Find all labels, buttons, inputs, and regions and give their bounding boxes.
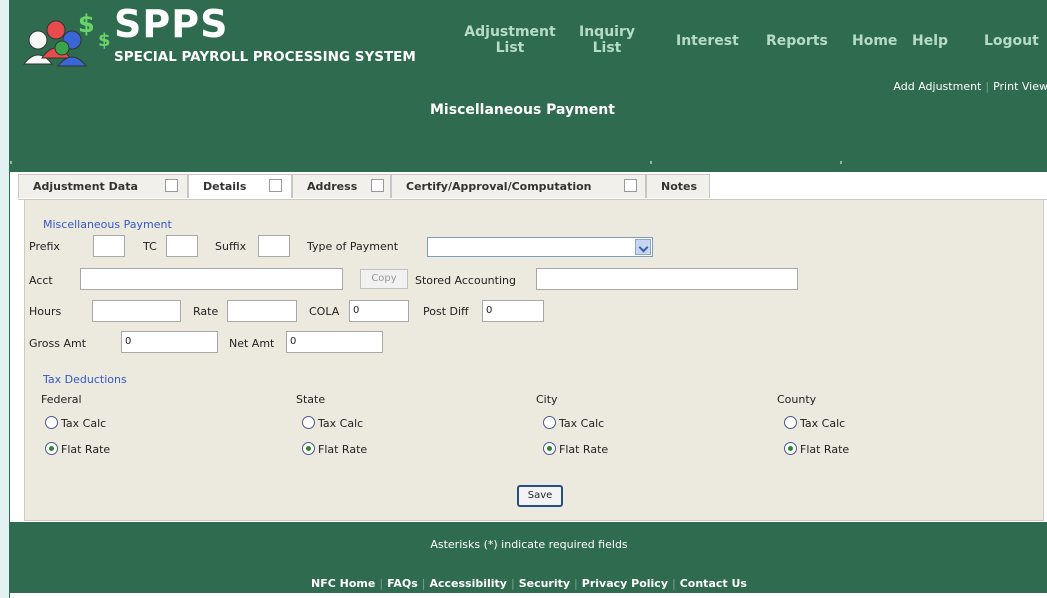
copy-button[interactable]: Copy bbox=[360, 269, 408, 289]
sub-navigation: Add Adjustment | Print View bbox=[893, 80, 1047, 93]
city-flat-rate-radio[interactable] bbox=[543, 442, 556, 455]
logo-people-icon: $ $ bbox=[22, 10, 111, 67]
tab-bar: Adjustment Data Details Address Certify/… bbox=[18, 174, 1047, 200]
county-tax-calc-label: Tax Calc bbox=[800, 417, 846, 430]
footer-link-faqs[interactable]: FAQs bbox=[387, 577, 418, 590]
federal-flat-rate-radio[interactable] bbox=[45, 442, 58, 455]
acct-input[interactable] bbox=[80, 268, 343, 290]
post-diff-input[interactable]: 0 bbox=[482, 300, 544, 322]
state-label: State bbox=[296, 393, 326, 406]
city-tax-calc-radio[interactable] bbox=[543, 416, 556, 429]
add-adjustment-link[interactable]: Add Adjustment bbox=[893, 80, 981, 93]
city-tax-calc-label: Tax Calc bbox=[559, 417, 605, 430]
tab-status-checkbox bbox=[624, 179, 637, 192]
state-tax-calc-radio[interactable] bbox=[302, 416, 315, 429]
print-view-link[interactable]: Print View bbox=[993, 80, 1047, 93]
brand-subtitle: SPECIAL PAYROLL PROCESSING SYSTEM bbox=[114, 49, 416, 65]
type-of-payment-select[interactable] bbox=[427, 237, 653, 257]
header-divider bbox=[10, 161, 842, 164]
page-title: Miscellaneous Payment bbox=[430, 102, 615, 118]
acct-label: Acct bbox=[29, 274, 53, 287]
cola-input[interactable]: 0 bbox=[349, 300, 409, 322]
gross-amt-input[interactable]: 0 bbox=[121, 331, 218, 353]
federal-flat-rate-label: Flat Rate bbox=[61, 443, 111, 456]
suffix-input[interactable] bbox=[258, 235, 290, 257]
nav-interest[interactable]: Interest bbox=[676, 33, 739, 49]
county-tax-calc-radio[interactable] bbox=[784, 416, 797, 429]
prefix-label: Prefix bbox=[29, 240, 60, 253]
stored-accounting-label: Stored Accounting bbox=[415, 274, 516, 287]
tab-status-checkbox bbox=[371, 179, 384, 192]
type-of-payment-label: Type of Payment bbox=[307, 240, 399, 253]
city-label: City bbox=[536, 393, 558, 406]
header: $ $ SPPS SPECIAL PAYROLL PROCESSING SYST… bbox=[10, 0, 1047, 172]
tab-certify-approval-computation[interactable]: Certify/Approval/Computation bbox=[391, 174, 646, 198]
rate-label: Rate bbox=[193, 305, 219, 318]
tab-details[interactable]: Details bbox=[188, 174, 292, 198]
footer: Asterisks (*) indicate required fields N… bbox=[10, 522, 1047, 598]
nav-adjustment-list[interactable]: Adjustment List bbox=[462, 24, 558, 56]
post-diff-label: Post Diff bbox=[423, 305, 469, 318]
section-title-tax-deductions: Tax Deductions bbox=[43, 373, 127, 386]
stored-accounting-input[interactable] bbox=[536, 268, 798, 290]
section-title-misc-payment: Miscellaneous Payment bbox=[43, 218, 172, 231]
federal-label: Federal bbox=[41, 393, 82, 406]
footer-link-accessibility[interactable]: Accessibility bbox=[429, 577, 507, 590]
state-flat-rate-radio[interactable] bbox=[302, 442, 315, 455]
brand-title: SPPS bbox=[114, 2, 229, 46]
footer-links: NFC Home | FAQs | Accessibility | Security | Pri… bbox=[311, 577, 747, 590]
net-amt-label: Net Amt bbox=[229, 337, 275, 350]
bottom-strip bbox=[10, 593, 1047, 598]
tab-status-checkbox bbox=[269, 179, 282, 192]
county-label: County bbox=[777, 393, 817, 406]
rate-input[interactable] bbox=[227, 300, 297, 322]
net-amt-input[interactable]: 0 bbox=[286, 331, 383, 353]
details-form: Miscellaneous Payment Prefix TC Suffix T… bbox=[24, 200, 1044, 521]
save-button[interactable]: Save bbox=[517, 485, 563, 507]
footer-link-contact-us[interactable]: Contact Us bbox=[680, 577, 747, 590]
tab-status-checkbox bbox=[165, 179, 178, 192]
federal-tax-calc-label: Tax Calc bbox=[61, 417, 107, 430]
state-flat-rate-label: Flat Rate bbox=[318, 443, 368, 456]
nav-help[interactable]: Help bbox=[912, 33, 948, 49]
footer-link-nfc-home[interactable]: NFC Home bbox=[311, 577, 375, 590]
state-tax-calc-label: Tax Calc bbox=[318, 417, 364, 430]
cola-label: COLA bbox=[309, 305, 340, 318]
county-flat-rate-label: Flat Rate bbox=[800, 443, 850, 456]
county-flat-rate-radio[interactable] bbox=[784, 442, 797, 455]
required-fields-note: Asterisks (*) indicate required fields bbox=[430, 538, 628, 551]
nav-home[interactable]: Home bbox=[852, 33, 897, 49]
federal-tax-calc-radio[interactable] bbox=[45, 416, 58, 429]
gross-amt-label: Gross Amt bbox=[29, 337, 87, 350]
svg-text:$: $ bbox=[78, 10, 95, 38]
app-frame: $ $ SPPS SPECIAL PAYROLL PROCESSING SYST… bbox=[9, 0, 1047, 598]
suffix-label: Suffix bbox=[215, 240, 247, 253]
svg-text:$: $ bbox=[98, 30, 111, 51]
tab-adjustment-data[interactable]: Adjustment Data bbox=[18, 174, 188, 198]
footer-link-security[interactable]: Security bbox=[519, 577, 570, 590]
hours-input[interactable] bbox=[92, 300, 181, 322]
hours-label: Hours bbox=[29, 305, 62, 318]
tab-notes[interactable]: Notes bbox=[646, 174, 710, 198]
prefix-input[interactable] bbox=[93, 235, 125, 257]
city-flat-rate-label: Flat Rate bbox=[559, 443, 609, 456]
nav-inquiry-list[interactable]: Inquiry List bbox=[576, 24, 638, 56]
tc-label: TC bbox=[143, 240, 157, 253]
chevron-down-icon bbox=[635, 239, 651, 255]
footer-link-privacy-policy[interactable]: Privacy Policy bbox=[582, 577, 668, 590]
nav-reports[interactable]: Reports bbox=[766, 33, 828, 49]
tc-input[interactable] bbox=[166, 235, 198, 257]
nav-logout[interactable]: Logout bbox=[984, 33, 1039, 49]
tab-address[interactable]: Address bbox=[292, 174, 391, 198]
